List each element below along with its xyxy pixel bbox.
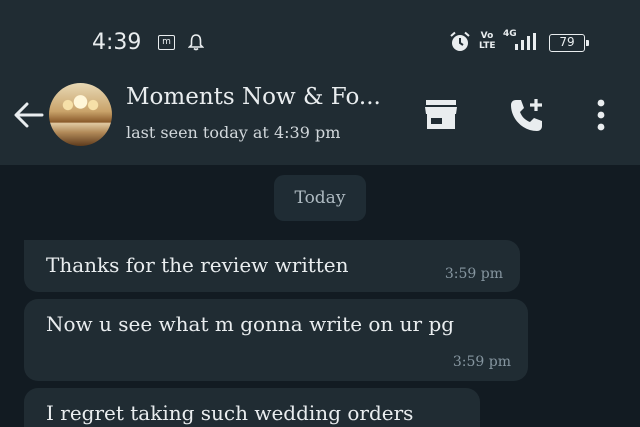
more-options-icon[interactable] [590, 98, 612, 132]
battery-indicator: 79 [549, 34, 589, 52]
notification-bell-icon [188, 34, 204, 51]
volte-line1: Vo [480, 31, 494, 41]
contact-name[interactable]: Moments Now & Fo... [126, 84, 401, 110]
back-arrow-icon[interactable] [12, 98, 46, 132]
store-icon[interactable] [423, 97, 459, 133]
last-seen-status[interactable]: last seen today at 4:39 pm [126, 123, 340, 142]
message-time: 3:59 pm [444, 266, 503, 282]
alarm-clock-icon [450, 31, 470, 51]
message-text: Now u see what m gonna write on ur pg [46, 312, 455, 336]
message-time: 3:59 pm [452, 354, 511, 370]
chat-header: 4:39 m Vo LTE 4G 79 Moments Now & Fo... … [0, 0, 640, 165]
status-bar: 4:39 m Vo LTE 4G 79 [0, 0, 640, 80]
volte-indicator: Vo LTE [479, 31, 496, 51]
add-call-icon[interactable] [508, 96, 546, 134]
date-divider: Today [274, 175, 366, 221]
message-bubble[interactable]: I regret taking such wedding orders [24, 388, 480, 427]
volte-line2: LTE [479, 41, 496, 51]
message-bubble[interactable]: Now u see what m gonna write on ur pg 3:… [24, 299, 528, 381]
status-time: 4:39 [92, 30, 142, 55]
messaging-app-icon: m [158, 35, 175, 50]
message-bubble[interactable]: Thanks for the review written 3:59 pm [24, 240, 520, 292]
signal-strength-icon [515, 33, 536, 50]
contact-avatar[interactable] [49, 83, 112, 146]
message-text: Thanks for the review written [46, 253, 349, 277]
message-text: I regret taking such wedding orders [46, 401, 414, 425]
